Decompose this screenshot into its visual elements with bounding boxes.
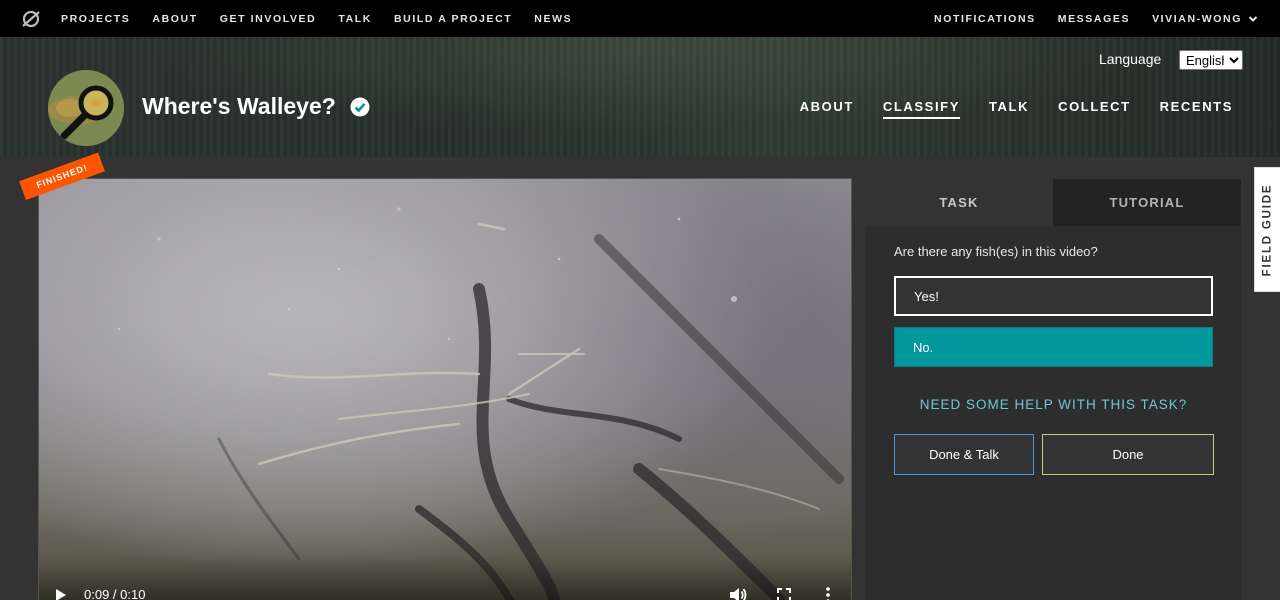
project-avatar[interactable] [48, 70, 124, 146]
nav-talk[interactable]: Talk [338, 13, 372, 25]
project-title-text: Where's Walleye? [142, 93, 336, 119]
tab-tutorial[interactable]: TUTORIAL [1053, 179, 1241, 226]
nav-projects[interactable]: Projects [61, 13, 130, 25]
video-time: 0:09 / 0:10 [84, 587, 146, 600]
site-navbar: Projects About Get Involved Talk Build a… [0, 0, 1280, 37]
underwater-scene [39, 179, 851, 600]
verified-badge-icon [350, 97, 370, 116]
zooniverse-logo-icon[interactable] [21, 9, 41, 29]
subject-video[interactable]: 0:09 / 0:10 [38, 178, 852, 600]
task-question: Are there any fish(es) in this video? [894, 244, 1098, 259]
play-icon[interactable] [55, 589, 67, 600]
task-panel: TASK TUTORIAL Are there any fish(es) in … [865, 179, 1241, 600]
video-controls: 0:09 / 0:10 [39, 557, 851, 600]
language-select[interactable]: English [1179, 50, 1243, 70]
answer-no[interactable]: No. [894, 327, 1213, 367]
field-guide-tab[interactable]: FIELD GUIDE [1254, 167, 1280, 292]
project-nav-about[interactable]: ABOUT [800, 99, 854, 119]
project-nav-recents[interactable]: RECENTS [1160, 99, 1233, 119]
nav-news[interactable]: News [534, 13, 572, 25]
project-nav-collect[interactable]: COLLECT [1058, 99, 1131, 119]
nav-get-involved[interactable]: Get Involved [220, 13, 317, 25]
project-nav: ABOUT CLASSIFY TALK COLLECT RECENTS [771, 99, 1233, 119]
field-guide-label: FIELD GUIDE [1261, 183, 1274, 276]
nav-messages[interactable]: Messages [1058, 13, 1130, 25]
answer-yes[interactable]: Yes! [894, 276, 1213, 316]
walleye-magnifier-icon [48, 70, 124, 146]
project-nav-classify[interactable]: CLASSIFY [882, 99, 960, 119]
project-title: Where's Walleye? [142, 93, 370, 120]
fullscreen-icon[interactable] [777, 588, 791, 600]
language-label: Language [1099, 51, 1162, 67]
nav-notifications[interactable]: Notifications [934, 13, 1036, 25]
project-nav-talk[interactable]: TALK [989, 99, 1029, 119]
volume-icon[interactable] [729, 587, 747, 600]
done-button[interactable]: Done [1042, 434, 1214, 475]
topbar-right: Notifications Messages vivian-wong [934, 13, 1258, 25]
task-tabs: TASK TUTORIAL [865, 179, 1241, 226]
chevron-down-icon [1248, 15, 1258, 22]
tab-task[interactable]: TASK [865, 179, 1053, 226]
more-options-icon[interactable] [825, 587, 831, 600]
username: vivian-wong [1152, 12, 1242, 25]
task-help-link[interactable]: NEED SOME HELP WITH THIS TASK? [894, 397, 1213, 412]
done-and-talk-button[interactable]: Done & Talk [894, 434, 1034, 475]
project-header: Where's Walleye? Language English ABOUT … [0, 37, 1280, 157]
nav-build-a-project[interactable]: Build a Project [394, 13, 512, 25]
nav-about[interactable]: About [152, 13, 197, 25]
user-menu[interactable]: vivian-wong [1152, 13, 1258, 25]
